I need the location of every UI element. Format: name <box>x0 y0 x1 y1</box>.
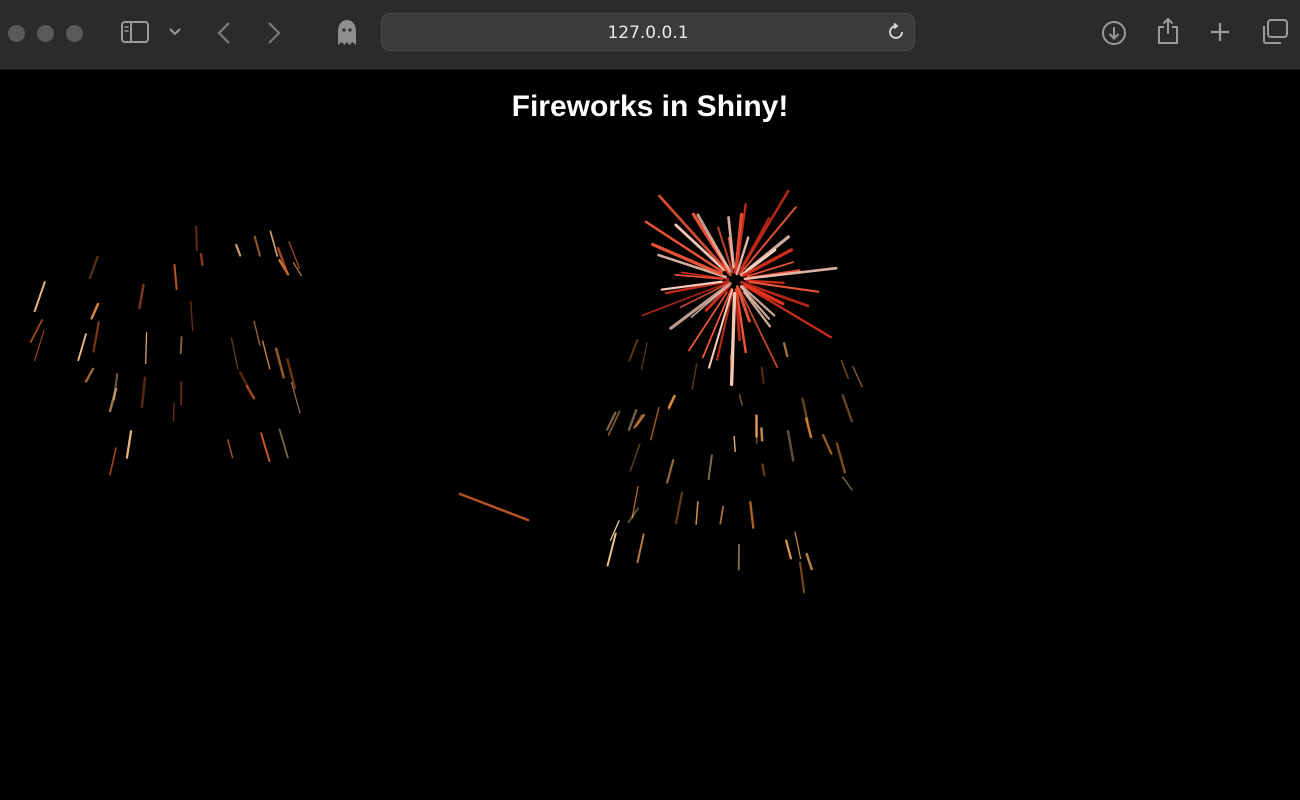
page-content: Fireworks in Shiny! <box>0 70 1300 800</box>
orange-shower-center-spark <box>691 363 698 390</box>
orange-shower-center-spark <box>782 342 789 358</box>
orange-shower-center-spark <box>840 359 849 380</box>
orange-shower-left-spark <box>145 332 148 365</box>
red-burst-spark <box>742 284 833 339</box>
page-title: Fireworks in Shiny! <box>511 90 789 123</box>
back-arrow-icon[interactable] <box>216 21 232 45</box>
close-window-button[interactable] <box>8 25 25 42</box>
sidebar-icon[interactable] <box>121 21 149 43</box>
orange-shower-left-spark <box>138 283 145 310</box>
orange-shower-left-spark <box>199 252 204 267</box>
orange-shower-left-spark <box>261 340 271 370</box>
orange-shower-left-spark <box>235 243 242 257</box>
orange-shower-left-spark <box>245 384 256 400</box>
orange-shower-left-spark <box>286 358 297 390</box>
stray-spark <box>458 492 530 522</box>
orange-shower-left-spark <box>260 432 271 463</box>
orange-shower-center-spark <box>761 463 766 477</box>
orange-shower-center-spark <box>842 476 853 491</box>
minimize-window-button[interactable] <box>37 25 54 42</box>
url-text[interactable]: 127.0.0.1 <box>382 23 914 43</box>
orange-shower-left-spark <box>274 347 285 379</box>
orange-shower-left-spark <box>140 376 147 409</box>
plus-icon[interactable] <box>1209 21 1231 43</box>
orange-shower-left-spark <box>227 439 234 459</box>
orange-shower-left-spark <box>88 255 99 280</box>
orange-shower-left-spark <box>269 230 279 257</box>
orange-shower-center-spark <box>785 539 793 560</box>
orange-shower-left-spark <box>172 402 175 422</box>
orange-shower-left-spark <box>230 337 239 370</box>
browser-toolbar: 127.0.0.1 <box>0 0 1300 70</box>
orange-shower-left-spark <box>33 281 46 313</box>
address-bar[interactable]: 127.0.0.1 <box>381 13 915 51</box>
download-icon[interactable] <box>1101 20 1127 46</box>
zoom-window-button[interactable] <box>66 25 83 42</box>
orange-shower-center-spark <box>760 427 764 442</box>
orange-shower-center-spark <box>749 501 755 529</box>
orange-shower-left-spark <box>92 320 100 353</box>
orange-shower-center-spark <box>628 338 639 362</box>
orange-shower-center-spark <box>786 429 795 462</box>
orange-shower-center-spark <box>841 394 854 423</box>
orange-shower-left-spark <box>125 430 133 459</box>
orange-shower-center-spark <box>794 531 802 560</box>
orange-shower-center-spark <box>674 491 684 525</box>
orange-shower-center-spark <box>707 454 713 481</box>
red-burst-spark <box>716 291 734 361</box>
share-icon[interactable] <box>1156 17 1180 45</box>
orange-shower-center-spark <box>719 505 725 525</box>
red-burst-spark <box>734 288 742 342</box>
orange-shower-center-spark <box>733 435 736 453</box>
orange-shower-center-spark <box>640 342 648 370</box>
orange-shower-left-spark <box>278 428 289 459</box>
fireworks-canvas <box>29 189 863 594</box>
orange-shower-left-spark <box>238 371 249 388</box>
orange-shower-center-spark <box>835 442 847 474</box>
orange-shower-left-spark <box>109 447 117 476</box>
orange-shower-center-spark <box>760 366 765 384</box>
orange-shower-center-spark <box>650 406 660 441</box>
orange-shower-left-spark <box>179 336 183 355</box>
tab-overview-icon[interactable] <box>1261 19 1289 45</box>
orange-shower-center-spark <box>633 414 644 429</box>
orange-shower-center-spark <box>798 561 806 594</box>
orange-shower-center-spark <box>852 365 863 388</box>
orange-shower-center-spark <box>666 458 675 484</box>
orange-shower-left-spark <box>253 235 262 257</box>
orange-shower-center-spark <box>738 394 743 406</box>
orange-shower-left-spark <box>195 225 198 252</box>
ghost-privacy-icon[interactable] <box>336 19 358 47</box>
forward-arrow-icon[interactable] <box>266 21 282 45</box>
orange-shower-left-spark <box>253 320 261 346</box>
orange-shower-left-spark <box>34 329 45 362</box>
orange-shower-center-spark <box>822 434 833 455</box>
orange-shower-center-spark <box>805 552 813 571</box>
orange-shower-center-spark <box>695 501 699 525</box>
orange-shower-left-spark <box>84 367 95 383</box>
red-burst-spark <box>729 291 737 387</box>
orange-shower-left-spark <box>190 300 194 332</box>
orange-shower-center-spark <box>629 443 641 472</box>
orange-shower-center-spark <box>636 533 645 564</box>
orange-shower-left-spark <box>77 333 87 362</box>
orange-shower-left-spark <box>29 319 43 343</box>
orange-shower-left-spark <box>173 263 178 291</box>
orange-shower-left-spark <box>90 302 100 320</box>
chevron-down-icon[interactable] <box>169 27 181 37</box>
reload-icon[interactable] <box>886 22 906 47</box>
